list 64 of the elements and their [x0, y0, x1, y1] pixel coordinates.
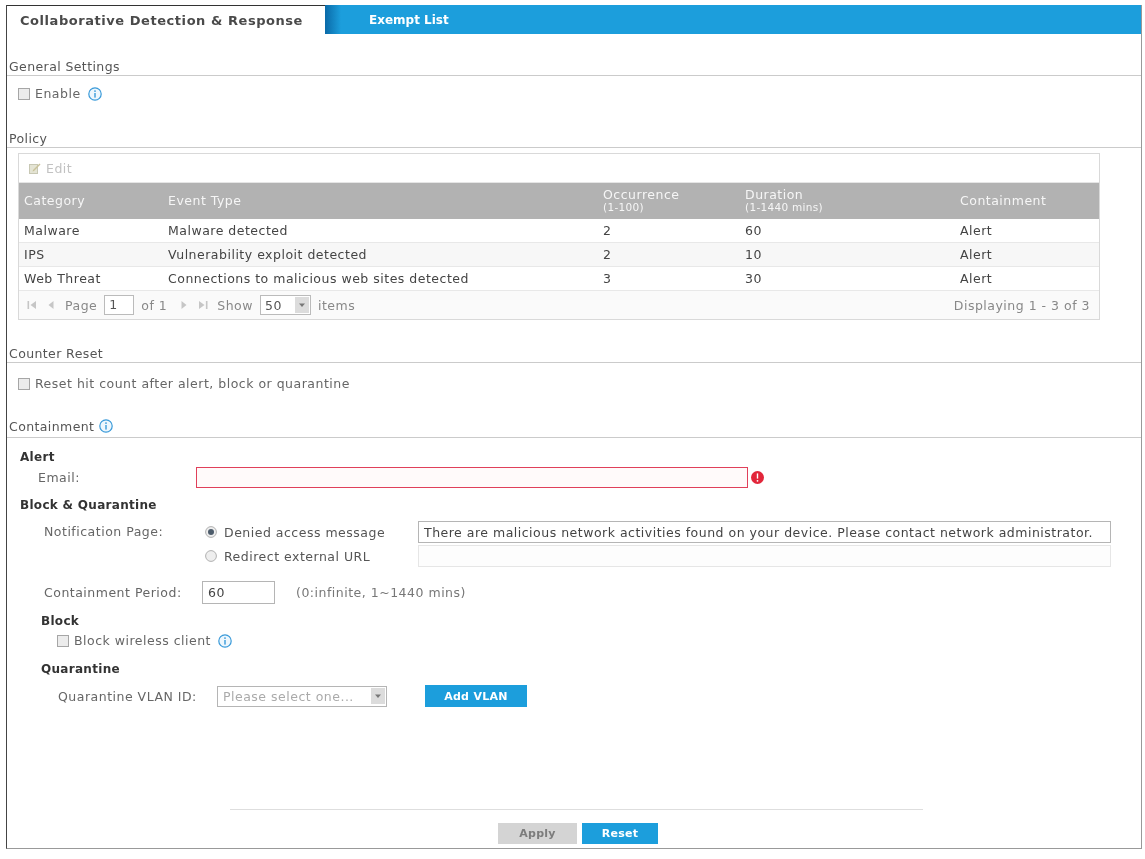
radio-button[interactable] — [205, 550, 217, 562]
info-icon[interactable] — [218, 633, 233, 648]
table-cell-text: 30 — [744, 271, 763, 286]
table-cell-text: Malware detected — [167, 223, 289, 238]
footer-button[interactable]: Reset — [582, 823, 658, 844]
pager-label: Page — [65, 297, 98, 313]
subsection-title: Block & Quarantine — [20, 498, 157, 512]
tab[interactable]: Exempt List — [325, 5, 495, 34]
section-title: Policy — [9, 131, 48, 147]
subsection-title: Quarantine — [41, 662, 120, 676]
table-cell-text: Connections to malicious web sites detected — [167, 271, 470, 286]
vlan-dropdown[interactable]: Please select one... — [217, 685, 387, 707]
table-cell-text: 2 — [602, 247, 613, 262]
table-cell-text: Vulnerability exploit detected — [167, 247, 369, 262]
pager-label: Show — [217, 297, 253, 313]
field-label: Quarantine VLAN ID: — [58, 688, 198, 704]
field-label: Email: — [38, 470, 81, 485]
page-size-dropdown[interactable]: 50 — [260, 295, 311, 315]
table-cell-text: Alert — [959, 247, 994, 262]
text-field[interactable] — [418, 545, 1111, 567]
checkbox-label: Reset hit count after alert, block or quarantine — [35, 376, 350, 391]
pencil-icon — [29, 162, 41, 174]
info-icon[interactable] — [99, 419, 114, 433]
table-cell-text: 3 — [602, 271, 613, 286]
column-header: Containment — [959, 195, 1048, 207]
checkbox[interactable] — [57, 634, 69, 647]
subsection-title: Alert — [20, 450, 55, 464]
email-field[interactable] — [196, 467, 748, 488]
column-header: Category — [23, 195, 87, 207]
info-icon[interactable] — [87, 86, 102, 101]
checkbox[interactable] — [18, 87, 30, 100]
field-label: Notification Page: — [44, 523, 165, 541]
table-cell-text: 2 — [602, 223, 613, 238]
table-cell-text: 10 — [744, 247, 763, 262]
table-cell-text: Malware — [23, 223, 81, 238]
field-label: Containment Period: — [44, 585, 183, 600]
caret-icon — [295, 297, 309, 313]
table-cell-text: Web Threat — [23, 271, 102, 286]
subsection-title: Block — [41, 614, 80, 628]
text-field[interactable]: There are malicious network activities found on your device. Please contact network administrator. — [418, 521, 1111, 543]
column-header: Occurrence (1-100) — [602, 189, 681, 213]
section-title: General Settings — [9, 59, 120, 75]
field-hint: (0:infinite, 1~1440 mins) — [296, 585, 466, 600]
table-cell-text: Alert — [959, 223, 994, 238]
page-count: of 1 — [141, 297, 168, 313]
checkbox[interactable] — [18, 377, 30, 390]
checkbox-label: Block wireless client — [74, 633, 212, 648]
add-vlan-button[interactable]: Add VLAN — [425, 685, 527, 707]
column-header: Duration (1-1440 mins) — [744, 189, 824, 213]
caret-icon — [371, 688, 385, 704]
checkbox-label: Enable — [35, 86, 81, 101]
table-cell-text: IPS — [23, 247, 46, 262]
pager-summary: Displaying 1 - 3 of 3 — [953, 297, 1090, 313]
page-number-field[interactable]: 1 — [104, 295, 135, 315]
radio-label: Denied access message — [224, 524, 386, 540]
section-title: Containment — [9, 419, 95, 435]
column-header: Event Type — [167, 195, 243, 207]
pager-label: items — [318, 297, 356, 313]
radio-label: Redirect external URL — [224, 548, 371, 564]
number-field[interactable]: 60 — [202, 581, 275, 604]
table-cell-text: 60 — [744, 223, 763, 238]
section-title: Counter Reset — [9, 346, 104, 362]
radio-button[interactable] — [205, 526, 217, 538]
table-cell-text: Alert — [959, 271, 994, 286]
